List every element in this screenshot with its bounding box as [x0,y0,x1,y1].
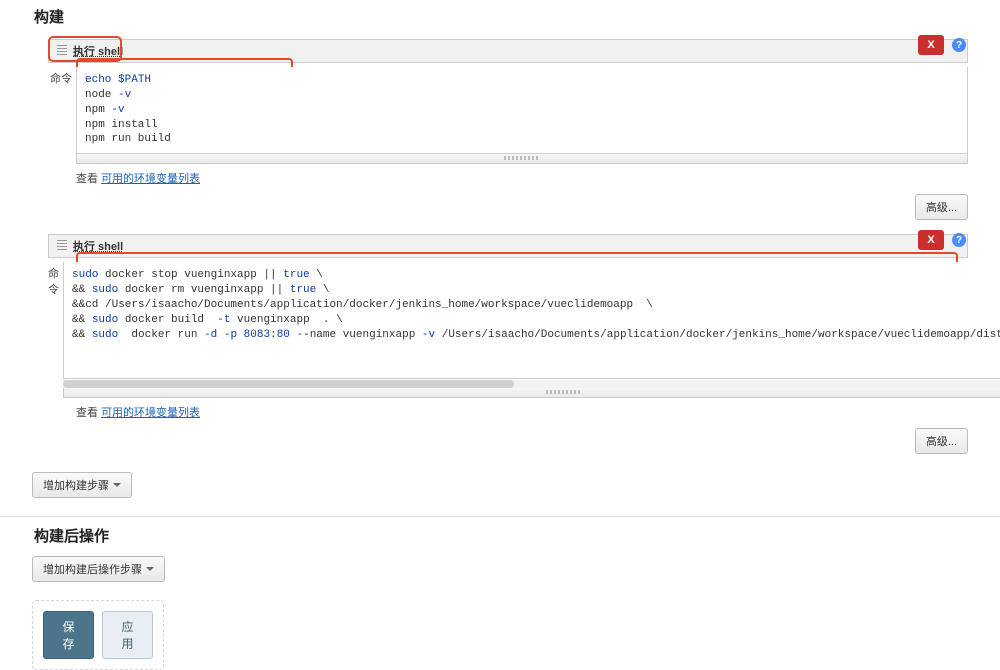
step-title[interactable]: 执行 shell [73,43,123,59]
resize-handle[interactable] [63,388,1000,398]
delete-step-button[interactable]: X [918,230,944,250]
resize-handle[interactable] [76,154,968,164]
build-step-2: X ? 执行 shell 命令 sudo docker stop vuengin… [48,234,968,460]
advanced-button[interactable]: 高级... [915,194,968,220]
shell-command-textarea[interactable]: echo $PATH node -v npm -v npm install np… [76,67,968,154]
env-vars-link[interactable]: 可用的环境变量列表 [101,173,200,185]
section-build-title: 构建 [0,0,1000,33]
save-button[interactable]: 保存 [43,611,94,659]
build-step-1: X ? 执行 shell 命令 echo $PATH node -v npm -… [48,39,968,226]
section-divider [0,516,1000,517]
chevron-down-icon [113,483,121,487]
help-icon[interactable]: ? [952,38,966,52]
apply-button[interactable]: 应用 [102,611,153,659]
add-build-step-button[interactable]: 增加构建步骤 [32,472,132,498]
add-post-build-step-button[interactable]: 增加构建后操作步骤 [32,556,165,582]
advanced-button[interactable]: 高级... [915,428,968,454]
see-label: 查看 [76,173,101,185]
drag-handle-icon[interactable] [57,240,67,252]
step-header[interactable]: 执行 shell [48,39,968,63]
env-vars-row: 查看 可用的环境变量列表 [48,398,968,422]
env-vars-link[interactable]: 可用的环境变量列表 [101,407,200,419]
scrollbar-horizontal-thumb[interactable] [63,380,514,388]
delete-step-button[interactable]: X [918,35,944,55]
shell-command-textarea[interactable]: sudo docker stop vuenginxapp || true \ &… [63,262,1000,379]
chevron-down-icon [146,567,154,571]
command-label: 命令 [48,67,72,164]
see-label: 查看 [76,407,101,419]
drag-handle-icon[interactable] [57,45,67,57]
section-post-title: 构建后操作 [0,519,1000,552]
command-label: 命令 [48,262,59,398]
step-header[interactable]: 执行 shell [48,234,968,258]
env-vars-row: 查看 可用的环境变量列表 [48,164,968,188]
scrollbar-horizontal-track[interactable] [63,380,1000,388]
footer-actions: 保存 应用 [32,600,164,670]
step-title[interactable]: 执行 shell [73,238,123,254]
